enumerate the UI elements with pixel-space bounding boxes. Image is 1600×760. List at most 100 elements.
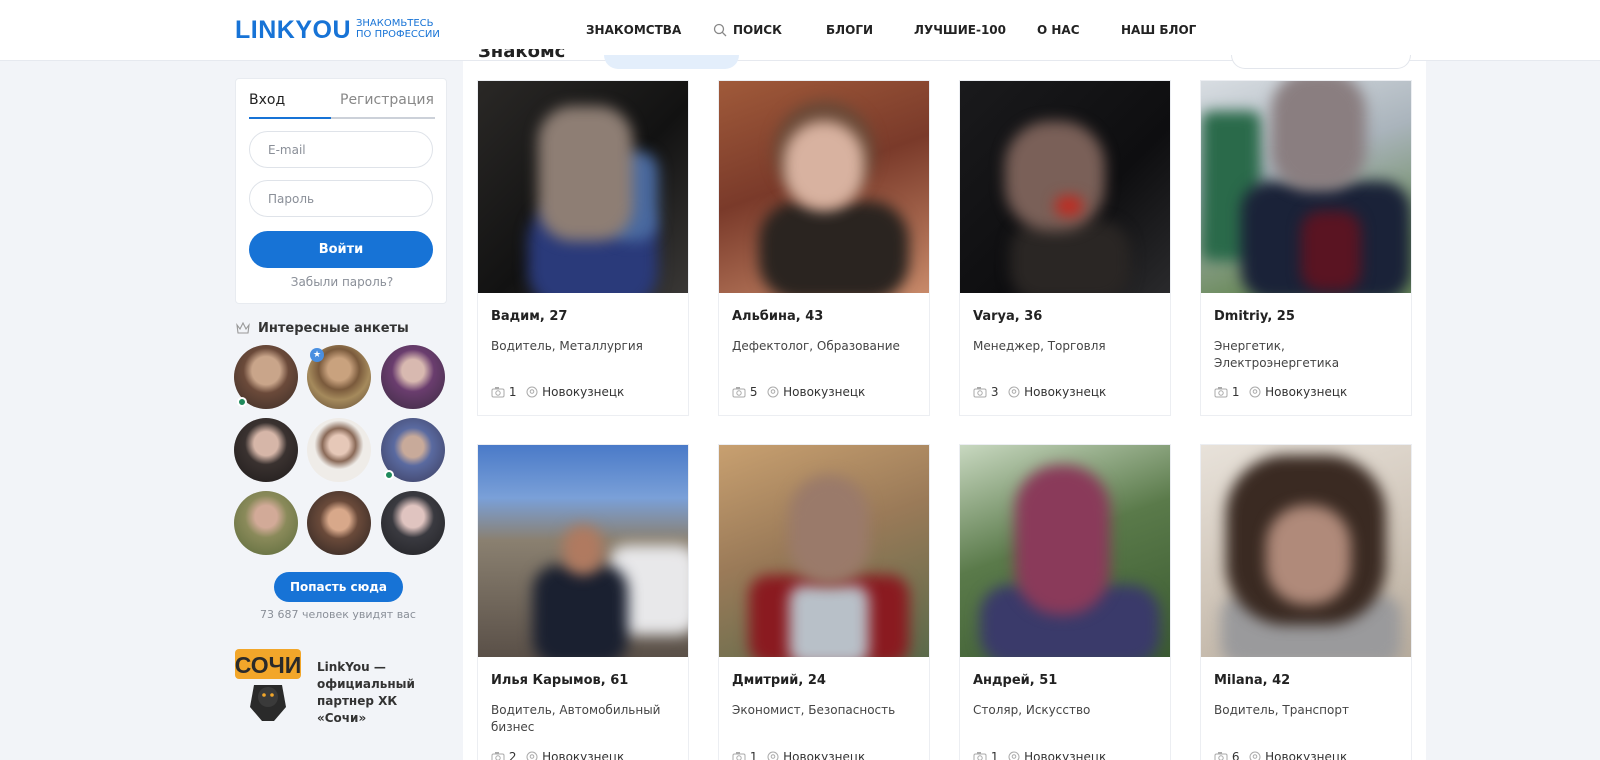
camera-icon [491, 387, 505, 398]
profile-profession: Водитель, Автомобильный бизнес [491, 703, 661, 734]
location-icon [1008, 386, 1020, 398]
profile-photo[interactable] [960, 81, 1170, 293]
section-heading-cutoff: Знакомства [478, 49, 568, 61]
login-button[interactable]: Войти [249, 231, 433, 268]
profile-card[interactable]: Dmitriy, 25 Энергетик, Электроэнергетика… [1200, 80, 1412, 416]
nav-blogs[interactable]: БЛОГИ [826, 23, 873, 37]
profile-name[interactable]: Дмитрий, 24 [732, 673, 826, 688]
profile-city: Новокузнецк [1024, 385, 1107, 399]
photo-count: 6 [1231, 750, 1240, 760]
profile-photo[interactable] [478, 445, 688, 657]
get-featured-button[interactable]: Попасть сюда [274, 572, 403, 602]
profile-card[interactable]: Андрей, 51 Столяр, Искусство 1 Новокузне… [959, 444, 1171, 760]
profile-meta: 5 Новокузнецк [732, 385, 865, 399]
profile-name[interactable]: Альбина, 43 [732, 309, 823, 324]
profile-name[interactable]: Dmitriy, 25 [1214, 309, 1295, 324]
email-field[interactable] [249, 131, 433, 168]
interesting-title-text: Интересные анкеты [258, 321, 409, 336]
profile-card[interactable]: Альбина, 43 Дефектолог, Образование 5 Но… [718, 80, 930, 416]
location-icon [526, 751, 538, 760]
profile-name[interactable]: Андрей, 51 [973, 673, 1057, 688]
interesting-title: Интересные анкеты [236, 321, 409, 336]
profile-card[interactable]: Varya, 36 Менеджер, Торговля 3 Новокузне… [959, 80, 1171, 416]
logo-tagline: ЗНАКОМЬТЕСЬ ПО ПРОФЕССИИ [356, 18, 440, 40]
site-logo[interactable]: LINKYOU [235, 16, 351, 45]
profile-photo[interactable] [719, 81, 929, 293]
photo-count: 3 [990, 385, 999, 399]
profile-photo[interactable] [960, 445, 1170, 657]
forgot-password-link[interactable]: Забыли пароль? [236, 275, 448, 289]
interesting-avatar[interactable] [381, 345, 445, 409]
nav-about[interactable]: О НАС [1037, 23, 1080, 37]
profile-profession: Дефектолог, Образование [732, 339, 900, 353]
site-header: LINKYOU ЗНАКОМЬТЕСЬ ПО ПРОФЕССИИ ЗНАКОМС… [0, 0, 1600, 61]
profile-meta: 1 Новокузнецк [973, 750, 1106, 760]
tab-login[interactable]: Вход [249, 92, 285, 108]
profile-city: Новокузнецк [542, 750, 625, 760]
profile-photo[interactable] [1201, 81, 1411, 293]
location-icon [1008, 751, 1020, 760]
profile-meta: 2 Новокузнецк [491, 750, 624, 760]
profile-name[interactable]: Илья Карымов, 61 [491, 673, 628, 688]
profile-card[interactable]: Milana, 42 Водитель, Транспорт 6 Новокуз… [1200, 444, 1412, 760]
nav-search[interactable]: ПОИСК [713, 23, 782, 37]
tab-register[interactable]: Регистрация [340, 92, 434, 108]
nav-top-100[interactable]: ЛУЧШИЕ-100 [914, 23, 1006, 37]
photo-count: 1 [749, 750, 758, 760]
tab-active-indicator [249, 117, 331, 119]
camera-icon [491, 752, 505, 760]
profile-photo[interactable] [719, 445, 929, 657]
crown-icon [236, 321, 250, 334]
nav-dating[interactable]: ЗНАКОМСТВА [586, 23, 681, 37]
camera-icon [732, 752, 746, 760]
photo-count: 5 [749, 385, 758, 399]
interesting-avatar[interactable] [381, 491, 445, 555]
profile-profession: Водитель, Транспорт [1214, 703, 1349, 717]
interesting-avatar[interactable] [234, 418, 298, 482]
star-badge-icon: ★ [310, 348, 324, 362]
location-icon [767, 386, 779, 398]
profile-name[interactable]: Milana, 42 [1214, 673, 1290, 688]
profile-profession: Водитель, Металлургия [491, 339, 643, 353]
profile-profession: Менеджер, Торговля [973, 339, 1106, 353]
interesting-avatar[interactable] [234, 491, 298, 555]
login-box: Вход Регистрация Войти Забыли пароль? [235, 78, 447, 304]
profile-card[interactable]: Дмитрий, 24 Экономист, Безопасность 1 Но… [718, 444, 930, 760]
profile-photo[interactable] [1201, 445, 1411, 657]
password-field[interactable] [249, 180, 433, 217]
partner-text[interactable]: LinkYou — официальный партнер ХК «Сочи» [317, 659, 447, 727]
photo-count: 1 [508, 385, 517, 399]
profile-city: Новокузнецк [783, 750, 866, 760]
profile-photo[interactable] [478, 81, 688, 293]
profile-card[interactable]: Илья Карымов, 61 Водитель, Автомобильный… [477, 444, 689, 760]
profile-meta: 1 Новокузнецк [732, 750, 865, 760]
profile-name[interactable]: Вадим, 27 [491, 309, 567, 324]
profile-card[interactable]: Вадим, 27 Водитель, Металлургия 1 Новоку… [477, 80, 689, 416]
profile-meta: 3 Новокузнецк [973, 385, 1106, 399]
profile-meta: 1 Новокузнецк [491, 385, 624, 399]
profile-city: Новокузнецк [1265, 385, 1348, 399]
profile-city: Новокузнецк [1265, 750, 1348, 760]
profile-meta: 1 Новокузнецк [1214, 385, 1347, 399]
camera-icon [1214, 387, 1228, 398]
interesting-avatar[interactable] [307, 491, 371, 555]
interesting-avatar[interactable] [307, 418, 371, 482]
camera-icon [973, 387, 987, 398]
location-icon [526, 386, 538, 398]
filter-pill-cutoff[interactable] [604, 55, 739, 69]
nav-our-blog[interactable]: НАШ БЛОГ [1121, 23, 1196, 37]
tagline-line-1: ЗНАКОМЬТЕСЬ [356, 18, 434, 29]
sort-select-cutoff[interactable] [1231, 55, 1411, 69]
viewers-count: 73 687 человек увидят вас [260, 608, 416, 621]
nav-search-label: ПОИСК [733, 23, 782, 37]
profile-profession: Энергетик, Электроэнергетика [1214, 339, 1340, 370]
camera-icon [973, 752, 987, 760]
profile-name[interactable]: Varya, 36 [973, 309, 1042, 324]
photo-count: 1 [1231, 385, 1240, 399]
profile-city: Новокузнецк [783, 385, 866, 399]
search-icon [713, 23, 727, 37]
location-icon [1249, 386, 1261, 398]
photo-count: 1 [990, 750, 999, 760]
hc-sochi-logo[interactable]: СОЧИ [234, 645, 302, 723]
camera-icon [1214, 752, 1228, 760]
